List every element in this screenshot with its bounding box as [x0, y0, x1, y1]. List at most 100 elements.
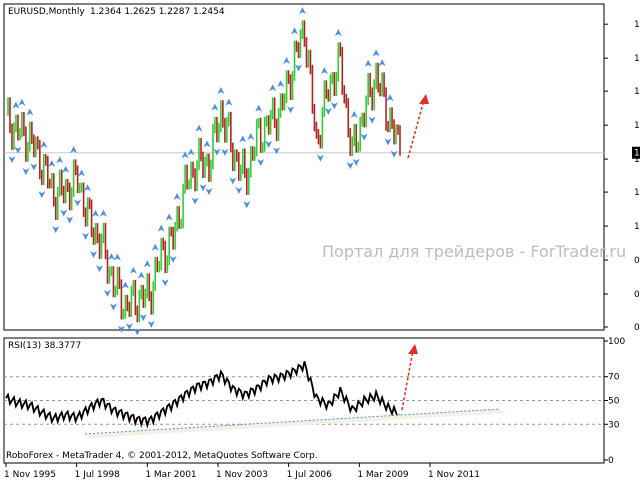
fractal-down-arrow — [287, 106, 295, 114]
symbol-period-label: EURUSD,Monthly — [8, 7, 85, 17]
fractal-down-arrow — [213, 148, 221, 156]
fractal-up-arrow — [70, 146, 78, 154]
fractal-up-arrow — [18, 98, 26, 106]
fractal-up-arrow — [56, 156, 64, 164]
fractal-up-arrow — [386, 94, 394, 102]
fractal-down-arrow — [103, 289, 111, 297]
fractal-up-arrow — [92, 209, 100, 217]
fractal-up-arrow — [187, 148, 195, 156]
price-tick-label: 1.4820 — [634, 54, 640, 64]
fractal-up-arrow — [378, 59, 386, 67]
fractal-down-arrow — [74, 199, 82, 207]
fractal-down-arrow — [66, 216, 74, 224]
fractal-up-arrow — [203, 140, 211, 148]
fractal-up-arrow — [157, 224, 165, 232]
fractal-up-arrow — [113, 253, 121, 261]
fractal-down-arrow — [229, 177, 237, 185]
fractal-down-arrow — [316, 154, 324, 162]
fractal-down-arrow — [324, 107, 332, 115]
fractal-down-arrow — [390, 150, 398, 158]
fractal-down-arrow — [384, 138, 392, 146]
fractal-up-arrow — [62, 165, 70, 173]
ohlc-label: 1.2364 1.2625 1.2287 1.2454 — [90, 7, 225, 17]
fractal-up-arrow — [40, 140, 48, 148]
fractal-up-arrow — [84, 184, 92, 192]
time-tick-label: 1 Nov 1995 — [4, 470, 56, 480]
fractal-up-arrow — [151, 243, 159, 251]
fractal-down-arrow — [257, 158, 265, 166]
fractal-down-arrow — [243, 201, 251, 209]
fractal-up-arrow — [165, 213, 173, 221]
rsi-series-line — [5, 361, 401, 429]
rsi-tick-label: 0 — [608, 456, 614, 466]
fractal-up-arrow — [137, 271, 145, 279]
fractal-up-arrow — [121, 281, 129, 289]
fractal-up-arrow — [129, 266, 137, 274]
fractal-up-arrow — [283, 57, 291, 65]
fractal-up-arrow — [173, 192, 181, 200]
fractal-down-arrow — [117, 325, 125, 333]
chart-canvas: EURUSD,Monthly 1.2364 1.2625 1.2287 1.24… — [3, 3, 640, 480]
fractal-up-arrow — [372, 49, 380, 57]
fractal-up-arrow — [277, 80, 285, 88]
price-tick-label: 0.8095 — [634, 323, 640, 333]
fractal-down-arrow — [109, 303, 117, 311]
fractal-up-arrow — [48, 159, 56, 167]
fractal-down-arrow — [125, 323, 133, 331]
fractal-up-arrow — [225, 98, 233, 106]
fractal-down-arrow — [199, 184, 207, 192]
price-tick-label: 1.3145 — [634, 121, 640, 131]
time-tick-label: 1 Nov 2003 — [216, 470, 268, 480]
fractal-down-arrow — [22, 167, 30, 175]
price-tick-label: 1.1470 — [634, 188, 640, 198]
fractal-up-arrow — [334, 29, 342, 37]
current-price-label: 1.2454 — [634, 149, 640, 159]
rsi-tick-label: 50 — [608, 397, 620, 407]
rsi-tick-label: 70 — [608, 373, 620, 383]
fractal-down-arrow — [265, 140, 273, 148]
forecast-arrowhead-rsi — [408, 344, 418, 354]
fractal-up-arrow — [364, 59, 372, 67]
fractal-down-arrow — [60, 209, 68, 217]
annotations — [84, 94, 506, 438]
fractal-down-arrow — [352, 158, 360, 166]
fractal-up-arrow — [12, 101, 20, 109]
fractal-up-arrow — [239, 135, 247, 143]
rsi-tick-label: 30 — [608, 420, 620, 430]
fractal-up-arrow — [107, 253, 115, 261]
fractal-down-arrow — [147, 320, 155, 328]
fractal-up-arrow — [255, 104, 263, 112]
fractal-up-arrow — [350, 110, 358, 118]
fractal-down-arrow — [30, 163, 38, 171]
fractal-down-arrow — [330, 102, 338, 110]
fractal-down-arrow — [90, 250, 98, 258]
fractal-up-arrow — [211, 103, 219, 111]
fractal-up-arrow — [269, 84, 277, 92]
fractal-up-arrow — [291, 27, 299, 35]
fractal-down-arrow — [161, 279, 169, 287]
price-tick-label: 0.8920 — [634, 290, 640, 300]
fractal-down-arrow — [368, 116, 376, 124]
time-axis: 1 Nov 1995 1 Jul 1998 1 Mar 2001 1 Nov 2003… — [4, 463, 480, 480]
time-tick-label: 1 Jul 2006 — [287, 470, 332, 480]
price-tick-label: 1.5670 — [634, 20, 640, 30]
price-tick-label: 0.9770 — [634, 256, 640, 266]
price-tick-label: 1.0620 — [634, 222, 640, 232]
fractal-up-arrow — [78, 169, 86, 177]
time-tick-label: 1 Jul 1998 — [75, 470, 120, 480]
fractal-up-arrow — [26, 108, 34, 116]
forecast-arrow-price — [407, 99, 425, 159]
fractal-down-arrow — [96, 265, 104, 273]
time-tick-label: 1 Mar 2009 — [357, 470, 409, 480]
fractal-down-arrow — [139, 314, 147, 322]
footer-copyright: RoboForex - MetaTrader 4, © 2001-2012, M… — [6, 451, 318, 461]
fractal-down-arrow — [82, 232, 90, 240]
fractal-down-arrow — [133, 328, 141, 336]
fractal-up-arrow — [217, 87, 225, 95]
time-tick-label: 1 Mar 2001 — [145, 470, 196, 480]
fractal-down-arrow — [235, 187, 243, 195]
fractal-up-arrow — [298, 7, 306, 15]
fractal-down-arrow — [360, 133, 368, 141]
fractal-down-arrow — [346, 162, 354, 170]
fractal-up-arrow — [195, 124, 203, 132]
